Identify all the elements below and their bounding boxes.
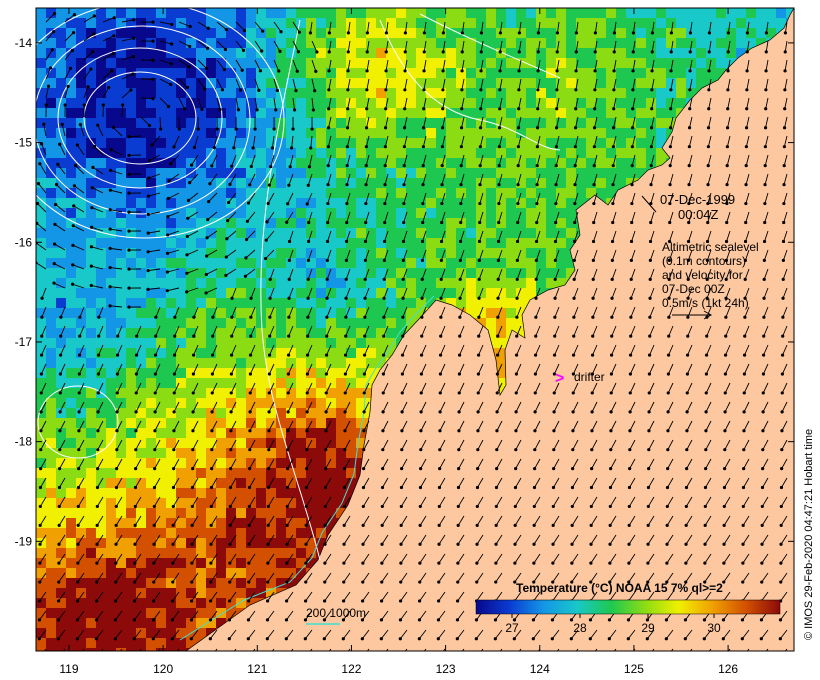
time-label: 00:04Z: [678, 207, 719, 222]
credit-text: © IMOS 29-Feb-2020 04:47:21 Hobart time: [803, 429, 815, 640]
legend-line-1: Altimetric sealevel: [662, 240, 759, 254]
lat-tick-label: -15: [15, 136, 33, 150]
lon-tick-label: 119: [59, 662, 78, 676]
legend-line-2: (0.1m contours): [662, 254, 746, 268]
date-label: 07-Dec-1999: [660, 192, 735, 207]
isobath-scale-label: 200 1000m: [306, 606, 366, 620]
lon-tick-label: 123: [436, 662, 456, 676]
legend-line-3: and velocity for: [662, 268, 743, 282]
lat-tick-label: -17: [15, 335, 33, 349]
lon-tick-label: 124: [530, 662, 550, 676]
colorbar-tick-label: 30: [707, 621, 721, 635]
plot-area: [36, 8, 794, 651]
colorbar-tick-label: 29: [641, 621, 655, 635]
drifter-label: drifter: [574, 370, 605, 384]
sst-map: 119 120 121 122 123 124 125 126 -14 -15 -16 -17 -18…: [15, 7, 815, 676]
colorbar: [475, 599, 781, 615]
legend-line-4: 07-Dec 00Z: [662, 282, 725, 296]
lat-tick-label: -19: [15, 534, 33, 548]
drifter-marker: >: [555, 370, 564, 387]
colorbar-tick-label: 27: [505, 621, 519, 635]
lon-tick-label: 120: [153, 662, 173, 676]
colorbar-tick-label: 28: [573, 621, 587, 635]
lon-tick-label: 125: [624, 662, 644, 676]
lon-tick-label: 126: [718, 662, 738, 676]
lat-tick-label: -18: [15, 435, 33, 449]
legend-line-5: 0.5m/s (1kt 24h): [662, 296, 749, 310]
lat-tick-label: -16: [15, 235, 33, 249]
lon-tick-label: 121: [247, 662, 267, 676]
lon-tick-label: 122: [341, 662, 361, 676]
lat-tick-label: -14: [15, 36, 33, 50]
colorbar-title: Temperature (°C) NOAA 15 7% ql>=2: [516, 581, 723, 595]
